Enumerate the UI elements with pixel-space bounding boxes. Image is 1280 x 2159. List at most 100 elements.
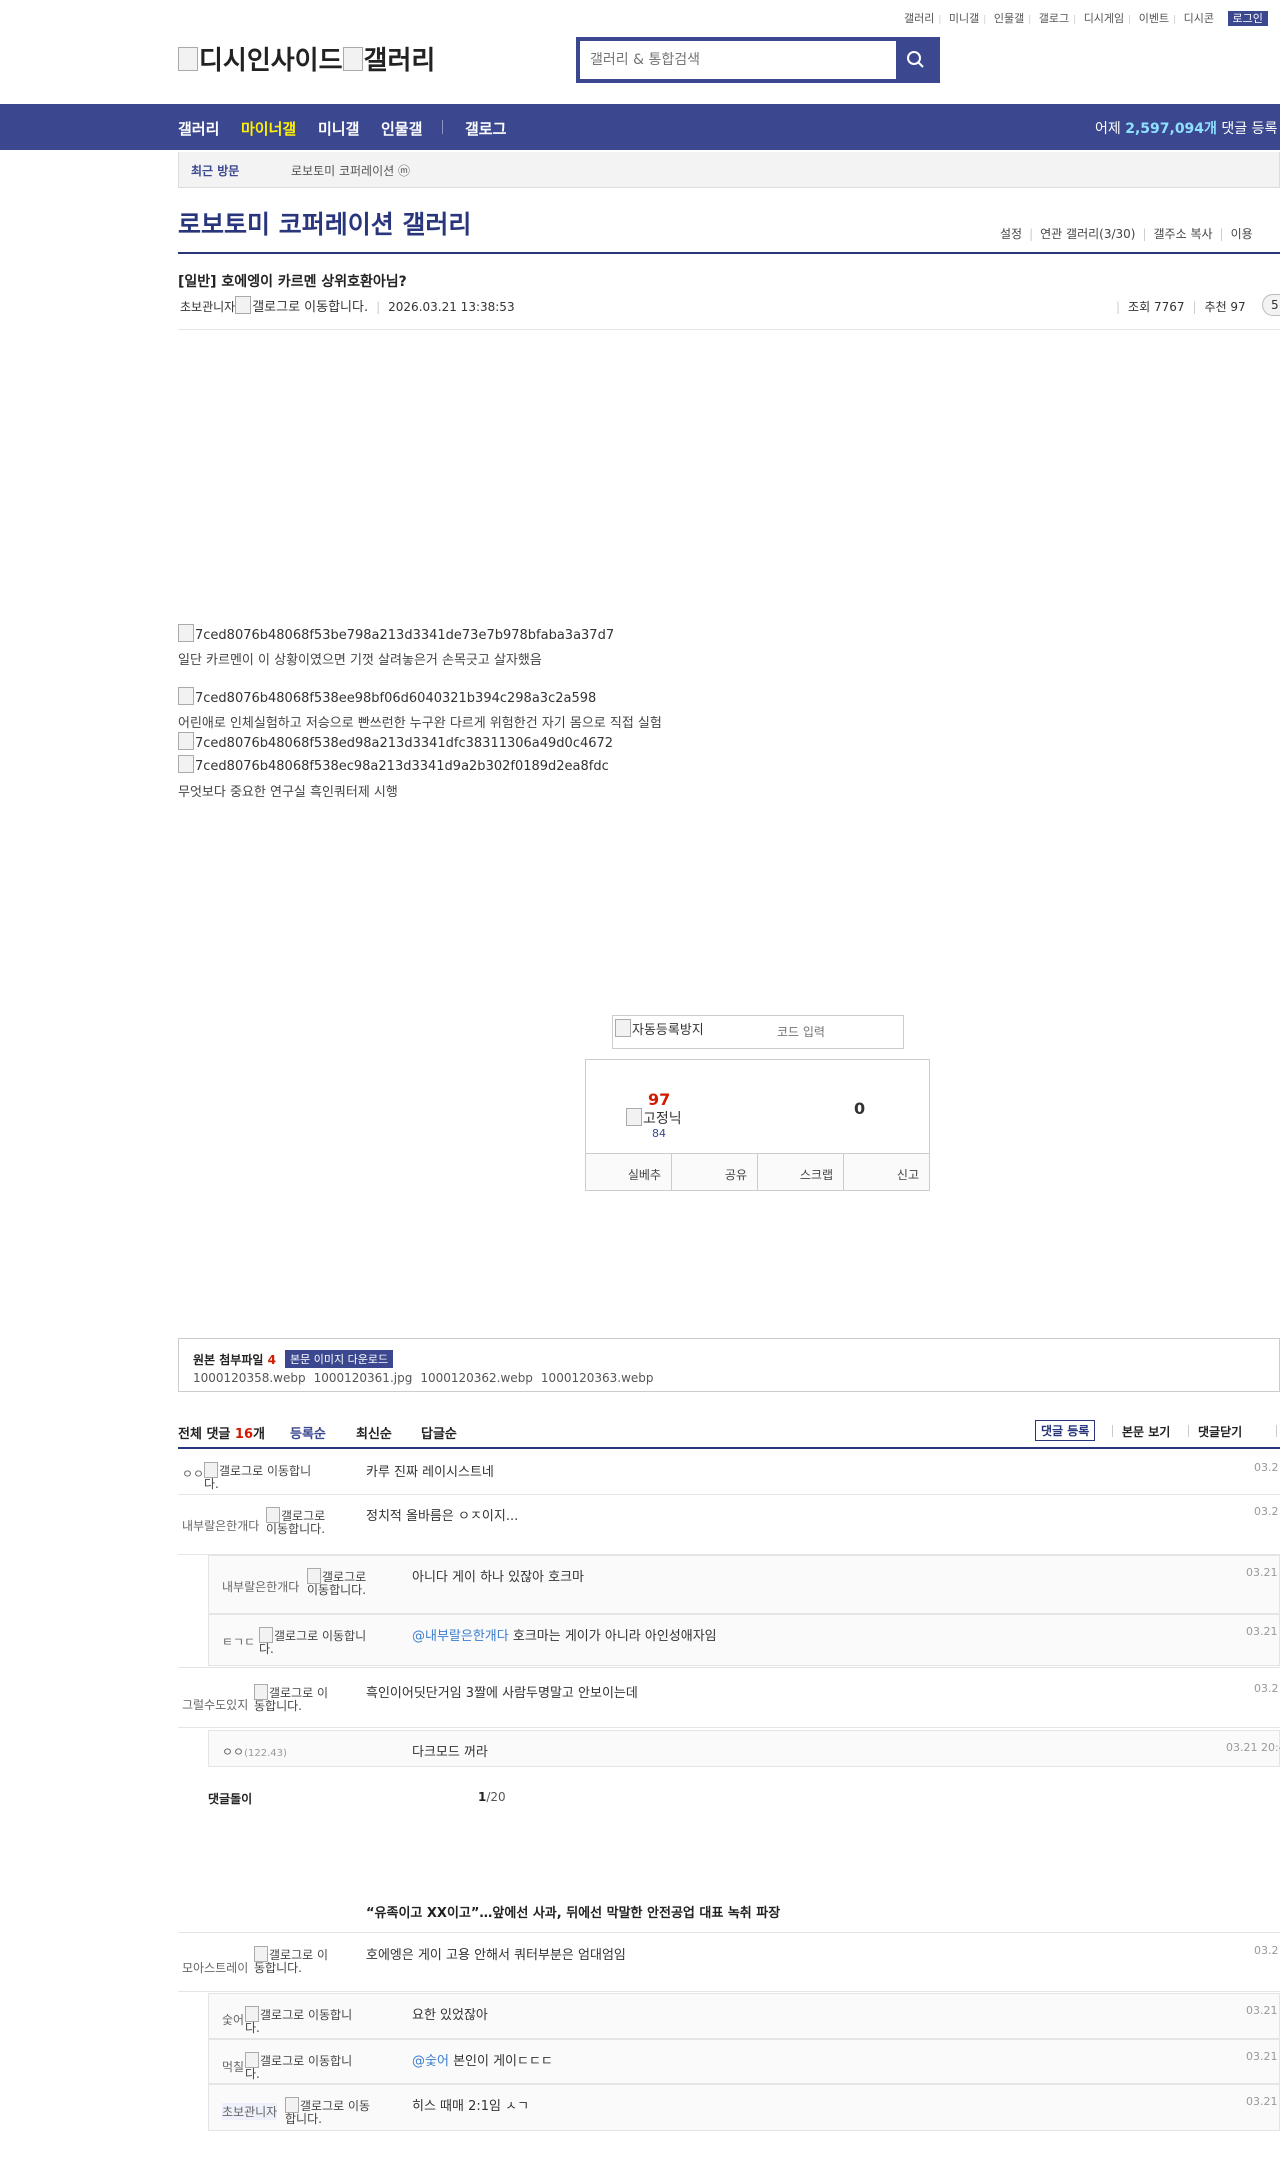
comment-nick[interactable]: 모아스트레이 <box>182 1959 248 1976</box>
util-link-gallog[interactable]: 갤로그 <box>1039 12 1069 25</box>
captcha-input[interactable] <box>763 1020 893 1044</box>
captcha-box: 자동등록방지 <box>612 1015 904 1049</box>
comment-pager[interactable]: 1/20 <box>478 1790 506 1804</box>
comment-nick[interactable]: 내부랄은한개다 <box>182 1517 259 1534</box>
site-logo[interactable]: 디시인사이드 갤러리 <box>178 40 435 77</box>
close-comments-button[interactable]: 댓글닫기 <box>1198 1423 1242 1440</box>
gallog-icon[interactable]: 갤로그로 이동합니다. <box>266 1507 328 1536</box>
download-images-button[interactable]: 본문 이미지 다운로드 <box>285 1350 394 1368</box>
comment-date: 03.21 1 <box>1246 1566 1280 1579</box>
attach-file[interactable]: 1000120358.webp <box>193 1371 306 1385</box>
nav-gallery[interactable]: 갤러리 <box>178 118 219 139</box>
util-link-gallery[interactable]: 갤러리 <box>904 12 934 25</box>
login-button[interactable]: 로그인 <box>1227 11 1268 26</box>
comment-text: 히스 때매 2:1임 ㅅㄱ <box>412 2099 530 2114</box>
gallog-icon[interactable]: 갤로그로 이동합니다. <box>245 2052 365 2081</box>
post-image-1[interactable]: 7ced8076b48068f53be798a213d3341de73e7b97… <box>178 624 614 643</box>
comment-count-button[interactable]: 5 <box>1262 294 1280 316</box>
comment-date: 03.21 1 <box>1246 1625 1280 1638</box>
post-date: 2026.03.21 13:38:53 <box>388 300 515 314</box>
search-button[interactable] <box>896 41 936 79</box>
sort-registered[interactable]: 등록순 <box>290 1423 326 1442</box>
comment-nick[interactable]: 그럴수도있지 <box>182 1696 248 1713</box>
ad-headline[interactable]: “유족이고 XX이고”…앞에선 사과, 뒤에선 막말한 안전공업 대표 녹취 파… <box>366 1902 780 1921</box>
util-link-person[interactable]: 인물갤 <box>994 12 1024 25</box>
upvote-count[interactable]: 97 <box>648 1090 670 1109</box>
comment-text: 다크모드 꺼라 <box>412 1745 488 1760</box>
comment-stat: 어제 2,597,094개 댓글 등록 <box>1095 121 1278 137</box>
usage-link[interactable]: 이용 <box>1231 227 1253 241</box>
comment-item: 모아스트레이 갤로그로 이동합니다. 호에엥은 게이 고용 안해서 쿼터부분은 … <box>178 1932 1280 1992</box>
comment-text: 아니다 게이 하나 있잖아 호크마 <box>412 1570 585 1585</box>
recent-visits: 최근 방문 로보토미 코퍼레이션 ⓜ <box>178 152 1280 188</box>
nav-person-gallery[interactable]: 인물갤 <box>381 118 422 139</box>
gallog-icon[interactable]: 갤로그로 이동합니다. <box>204 1462 324 1491</box>
comment-nick[interactable]: 초보관니자 <box>222 2103 278 2120</box>
comment-nick[interactable]: 숯어 <box>222 2011 244 2028</box>
reply-item: 먹칠 갤로그로 이동합니다. @숯어 본인이 게이ㄷㄷㄷ 03.21 1 <box>208 2039 1280 2084</box>
util-link-event[interactable]: 이벤트 <box>1139 12 1169 25</box>
sort-latest[interactable]: 최신순 <box>356 1423 392 1442</box>
scrap-button[interactable]: 스크랩 <box>758 1154 844 1190</box>
post-image-3[interactable]: 7ced8076b48068f538ed98a213d3341dfc383113… <box>178 732 613 751</box>
reply-item: 초보관니자 갤로그로 이동합니다. 히스 때매 2:1임 ㅅㄱ 03.21 1 <box>208 2084 1280 2131</box>
comment-date: 03.21 1 <box>1246 2050 1280 2063</box>
comment-text: 요한 있었잖아 <box>412 2008 488 2023</box>
share-button[interactable]: 공유 <box>672 1154 758 1190</box>
report-button[interactable]: 신고 <box>844 1154 929 1190</box>
comment-nick[interactable]: 먹칠 <box>222 2058 244 2075</box>
util-link-minigall[interactable]: 미니갤 <box>949 12 979 25</box>
meta-divider <box>178 329 1280 330</box>
post-image-4[interactable]: 7ced8076b48068f538ec98a213d3341d9a2b302f… <box>178 755 609 774</box>
post-image-2[interactable]: 7ced8076b48068f538ee98bf06d6040321b394c2… <box>178 687 596 706</box>
gallog-icon[interactable]: 갤로그로 이동합니다. <box>259 1627 379 1656</box>
gallery-settings-link[interactable]: 설정 <box>1000 227 1022 241</box>
comment-item: 그럴수도있지 갤로그로 이동합니다. 흑인이어딧단거임 3짤에 사람두명말고 안… <box>178 1667 1280 1728</box>
comment-mention[interactable]: @숯어 <box>412 2054 449 2069</box>
recent-item[interactable]: 로보토미 코퍼레이션 ⓜ <box>291 162 410 179</box>
nav-minor-gallery[interactable]: 마이너갤 <box>241 118 296 139</box>
comment-nick[interactable]: ㅇㅇ(122.43) <box>222 1743 287 1760</box>
fixed-nick-label: 고정닉 <box>626 1108 682 1126</box>
copy-address-link[interactable]: 갤주소 복사 <box>1154 227 1213 241</box>
attach-file[interactable]: 1000120361.jpg <box>314 1371 413 1385</box>
util-link-game[interactable]: 디시게임 <box>1084 12 1124 25</box>
vote-box: 97 고정닉 84 0 실베추 공유 스크랩 신고 <box>585 1059 930 1191</box>
gallog-icon[interactable]: 갤로그로 이동합니다. <box>245 2006 365 2035</box>
post-text-1: 일단 카르멘이 이 상황이였으면 기껏 살려놓은거 손목긋고 살자했음 <box>178 653 542 668</box>
gallog-icon[interactable]: 갤로그로 이동합니다. <box>285 2097 375 2126</box>
best-recommend-button[interactable]: 실베추 <box>586 1154 672 1190</box>
post-title: [일반] 호에엥이 카르멘 상위호환아님? <box>178 274 407 290</box>
related-gallery-link[interactable]: 연관 갤러리(3/30) <box>1040 227 1135 241</box>
gallery-title[interactable]: 로보토미 코퍼레이션 갤러리 <box>178 205 471 241</box>
comment-date: 03.2 <box>1254 1944 1279 1957</box>
logo-main: 디시인사이드 <box>178 46 343 76</box>
comment-text: 정치적 올바름은 ㅇㅈ이지... <box>366 1509 519 1524</box>
logo-sub: 갤러리 <box>343 46 436 76</box>
view-body-button[interactable]: 본문 보기 <box>1122 1423 1170 1440</box>
post-meta: 초보관니자 갤로그로 이동합니다. | 2026.03.21 13:38:53 <box>180 300 515 315</box>
downvote-count[interactable]: 0 <box>854 1099 865 1118</box>
comment-nick[interactable]: 내부랄은한개다 <box>222 1578 299 1595</box>
fixed-nick-count: 84 <box>652 1127 666 1140</box>
attach-file[interactable]: 1000120363.webp <box>541 1371 654 1385</box>
comment-nick[interactable]: ㅌㄱㄷ <box>222 1633 255 1650</box>
gallog-icon[interactable]: 갤로그로 이동합니다. <box>307 1568 369 1597</box>
comments-header: 전체 댓글 16개 등록순 최신순 답글순 댓글 등록 본문 보기 댓글닫기 <box>178 1420 1280 1448</box>
comment-total: 전체 댓글 16개 <box>178 1427 265 1442</box>
comment-nick[interactable]: ㅇㅇ <box>182 1465 204 1482</box>
gallog-icon[interactable]: 갤로그로 이동합니다. <box>254 1946 328 1975</box>
comment-text: 카루 진짜 레이시스트네 <box>366 1465 494 1480</box>
sort-replies[interactable]: 답글순 <box>421 1423 457 1442</box>
util-link-dccon[interactable]: 디시콘 <box>1184 12 1214 25</box>
comment-date: 03.21 1 <box>1246 2095 1280 2108</box>
post-author[interactable]: 초보관니자 <box>180 300 235 314</box>
nav-mini-gallery[interactable]: 미니갤 <box>318 118 359 139</box>
nav-gallog[interactable]: 갤로그 <box>465 118 506 139</box>
attach-file[interactable]: 1000120362.webp <box>420 1371 533 1385</box>
gallog-icon[interactable]: 갤로그로 이동합니다. <box>235 300 368 315</box>
search-input[interactable] <box>580 41 896 79</box>
comment-mention[interactable]: @내부랄은한개다 <box>412 1629 509 1644</box>
comment-write-button[interactable]: 댓글 등록 <box>1035 1420 1096 1441</box>
gallog-icon[interactable]: 갤로그로 이동합니다. <box>254 1684 328 1713</box>
